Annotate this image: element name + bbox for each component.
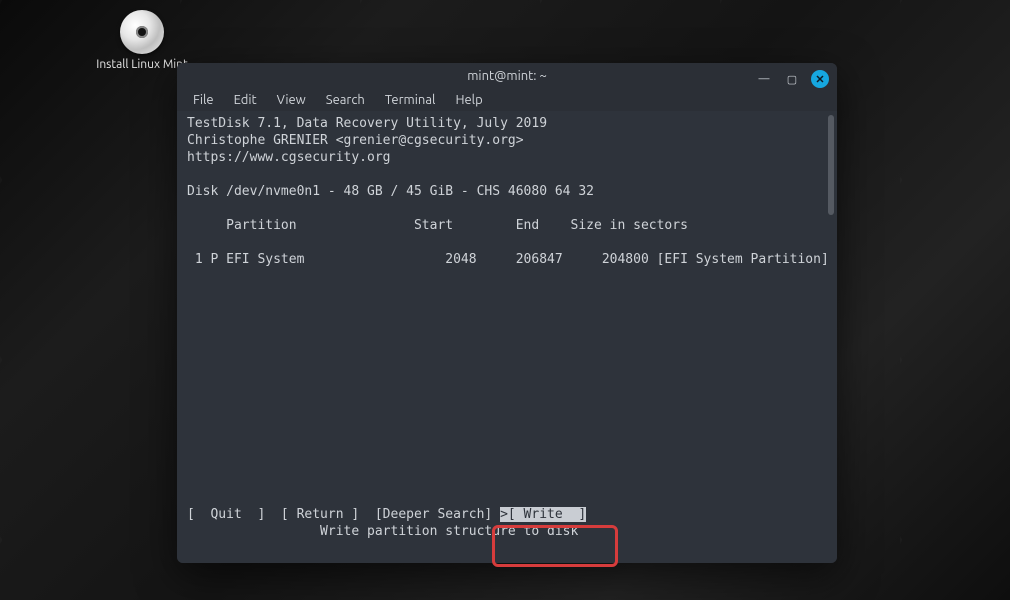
term-line: Disk /dev/nvme0n1 - 48 GB / 45 GiB - CHS… — [187, 184, 594, 199]
partition-row: 1 P EFI System 2048 206847 204800 [EFI S… — [187, 252, 837, 267]
menu-help[interactable]: Help — [447, 91, 490, 109]
testdisk-options[interactable]: [ Quit ] [ Return ] [Deeper Search] >[ W… — [187, 507, 586, 522]
disc-icon — [120, 10, 164, 54]
menu-view[interactable]: View — [269, 91, 314, 109]
menu-terminal[interactable]: Terminal — [377, 91, 444, 109]
option-hint: Write partition structure to disk — [187, 524, 578, 539]
window-maximize-button[interactable]: ▢ — [783, 70, 801, 88]
menu-search[interactable]: Search — [318, 91, 373, 109]
terminal-scrollbar[interactable] — [828, 115, 834, 215]
window-titlebar[interactable]: mint@mint: ~ — ▢ ✕ — [177, 63, 837, 89]
window-title: mint@mint: ~ — [467, 69, 547, 83]
window-close-button[interactable]: ✕ — [811, 70, 829, 88]
desktop-icon-install-linux-mint[interactable]: Install Linux Mint — [82, 10, 202, 71]
menubar: File Edit View Search Terminal Help — [177, 89, 837, 111]
term-line: https://www.cgsecurity.org — [187, 150, 391, 165]
term-line: TestDisk 7.1, Data Recovery Utility, Jul… — [187, 116, 547, 131]
terminal-window: mint@mint: ~ — ▢ ✕ File Edit View Search… — [177, 63, 837, 563]
terminal-output[interactable]: TestDisk 7.1, Data Recovery Utility, Jul… — [177, 111, 837, 563]
term-line: Christophe GRENIER <grenier@cgsecurity.o… — [187, 133, 524, 148]
term-header: Partition Start End Size in sectors — [187, 218, 688, 233]
window-minimize-button[interactable]: — — [755, 70, 773, 88]
menu-file[interactable]: File — [185, 91, 222, 109]
option-write-selected[interactable]: >[ Write ] — [500, 507, 586, 522]
menu-edit[interactable]: Edit — [226, 91, 265, 109]
